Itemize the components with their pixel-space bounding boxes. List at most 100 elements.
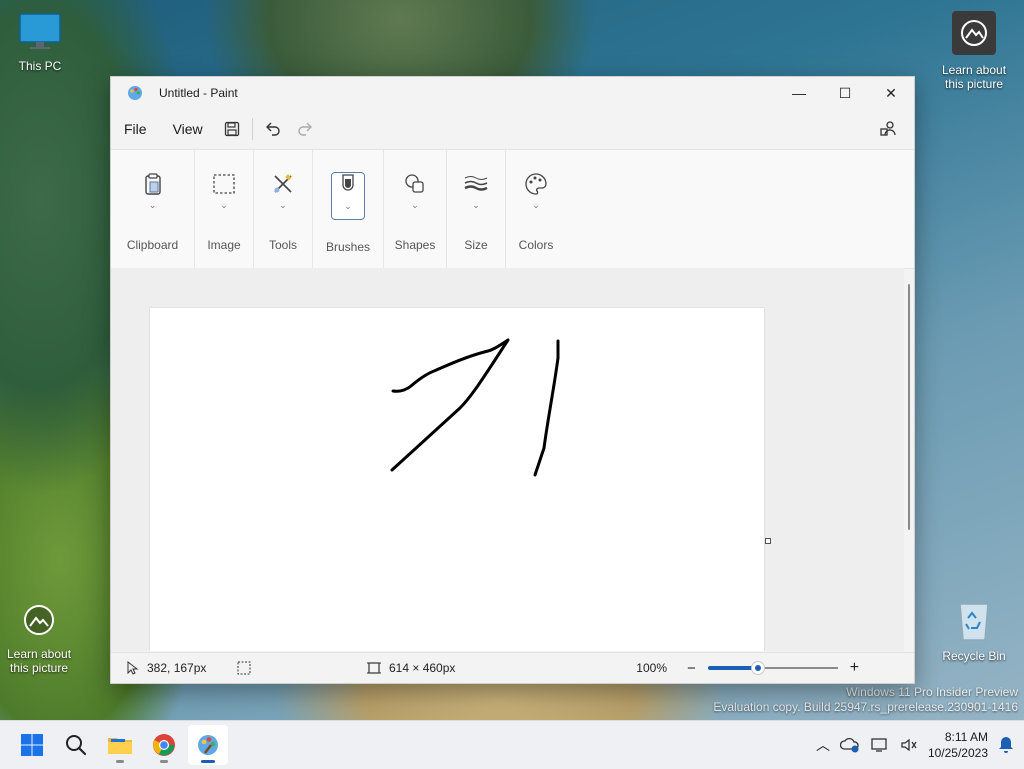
chevron-down-icon: ⌄: [344, 201, 352, 211]
select-button[interactable]: ⌄: [208, 172, 240, 218]
windows-watermark: Windows 11 Pro Insider Preview Evaluatio…: [713, 685, 1018, 715]
zoom-slider-fill: [707, 666, 757, 670]
running-indicator: [116, 760, 124, 763]
chevron-down-icon: ⌄: [411, 200, 419, 210]
desktop-icon-label: Recycle Bin: [942, 649, 1006, 663]
save-button[interactable]: [216, 113, 248, 145]
menu-view[interactable]: View: [160, 121, 216, 137]
chevron-down-icon: ⌄: [472, 200, 480, 210]
chevron-down-icon: ⌄: [532, 200, 540, 210]
network-icon[interactable]: [870, 737, 890, 753]
selection-icon: [213, 174, 235, 194]
desktop-icon-learn-about-picture-2[interactable]: Learn about this picture: [3, 600, 75, 675]
menu-bar: File View: [111, 109, 914, 150]
chevron-down-icon: ⌄: [148, 200, 157, 210]
desktop-icon-label: Learn about this picture: [6, 647, 72, 675]
ribbon-group-label: Colors: [518, 238, 554, 252]
desktop-icon-recycle-bin[interactable]: Recycle Bin: [938, 598, 1010, 663]
volume-muted-icon[interactable]: [900, 737, 918, 753]
tools-icon: [274, 174, 292, 193]
show-hidden-icons-button[interactable]: ︿: [816, 735, 830, 755]
chevron-down-icon: ⌄: [279, 200, 287, 210]
tools-button[interactable]: ⌄: [267, 172, 299, 218]
canvas-workspace: [111, 268, 904, 651]
canvas-size-icon: [367, 662, 381, 674]
camera-info-icon: [24, 605, 54, 635]
redo-button[interactable]: [289, 113, 321, 145]
maximize-button[interactable]: ☐: [822, 77, 868, 109]
clock-time: 8:11 AM: [944, 730, 988, 744]
folder-icon: [108, 738, 132, 754]
paint-taskbar-button[interactable]: [188, 725, 228, 765]
running-indicator: [160, 760, 168, 763]
window-title: Untitled - Paint: [159, 86, 238, 100]
canvas-resize-handle[interactable]: [765, 538, 771, 544]
undo-button[interactable]: [257, 113, 289, 145]
zoom-slider[interactable]: [707, 661, 838, 675]
chrome-button[interactable]: [144, 725, 184, 765]
taskbar: ︿ 8:11 AM 10/25/2023: [0, 720, 1024, 769]
recycle-bin-icon: [959, 603, 989, 641]
status-bar: 382, 167px 614 × 460px 100% − +: [111, 652, 914, 683]
canvas-size-text: 614 × 460px: [389, 661, 456, 675]
colors-button[interactable]: ⌄: [520, 172, 552, 218]
camera-info-icon: [952, 11, 996, 55]
shapes-icon: [405, 174, 424, 193]
monitor-icon: [19, 13, 61, 49]
zoom-slider-thumb[interactable]: [750, 661, 765, 675]
toolbar-divider: [251, 118, 253, 140]
search-icon: [66, 735, 87, 756]
desktop-icon-learn-about-picture[interactable]: Learn about this picture: [938, 10, 1010, 91]
undo-icon: [265, 122, 280, 136]
ribbon-group-label: Clipboard: [126, 238, 179, 252]
ribbon-group-label: Image: [207, 238, 241, 252]
shapes-button[interactable]: ⌄: [399, 172, 431, 218]
canvas-drawing: [390, 338, 560, 477]
ribbon-group-label: Tools: [268, 238, 297, 252]
vertical-scrollbar[interactable]: [908, 284, 910, 530]
palette-icon: [525, 173, 547, 195]
brush-icon: [342, 174, 354, 191]
ribbon-group-clipboard: ⌄ Clipboard: [111, 150, 195, 268]
chevron-down-icon: ⌄: [220, 200, 228, 210]
menu-file[interactable]: File: [111, 121, 160, 137]
start-button[interactable]: [12, 725, 52, 765]
ribbon: ⌄ Clipboard ⌄ Image ⌄ Tools ⌄ Brushes ⌄ …: [111, 150, 914, 269]
selection-size: [237, 661, 367, 675]
desktop-icon-label: This PC: [18, 59, 62, 73]
minimize-button[interactable]: —: [776, 77, 822, 109]
zoom-percent: 100%: [636, 661, 667, 675]
zoom-display[interactable]: 100%: [617, 661, 667, 675]
size-button[interactable]: ⌄: [460, 172, 492, 218]
desktop-icon-label: Learn about this picture: [941, 63, 1007, 91]
clock-date: 10/25/2023: [927, 746, 988, 760]
watermark-line2: Evaluation copy. Build 25947.rs_prerelea…: [713, 700, 1018, 714]
clipboard-button[interactable]: ⌄: [137, 172, 169, 218]
brushes-button[interactable]: ⌄: [331, 172, 365, 220]
onedrive-icon[interactable]: [839, 737, 860, 753]
notification-bell-icon[interactable]: [998, 736, 1014, 754]
cursor-position: 382, 167px: [127, 661, 237, 675]
size-icon: [464, 176, 488, 191]
windows-logo-icon: [21, 734, 43, 756]
ribbon-group-size: ⌄ Size: [447, 150, 506, 268]
taskbar-clock[interactable]: 8:11 AM 10/25/2023: [928, 729, 988, 761]
selection-icon: [237, 661, 251, 675]
ribbon-group-label: Size: [464, 238, 488, 252]
close-button[interactable]: ✕: [868, 77, 914, 109]
title-bar[interactable]: Untitled - Paint — ☐ ✕: [111, 77, 914, 109]
watermark-line1: Windows 11 Pro Insider Preview: [846, 685, 1018, 699]
desktop-icon-this-pc[interactable]: This PC: [4, 12, 76, 73]
people-icon: [880, 121, 896, 136]
cursor-position-text: 382, 167px: [147, 661, 207, 675]
ribbon-group-tools: ⌄ Tools: [254, 150, 313, 268]
account-button[interactable]: [872, 113, 904, 145]
zoom-out-button[interactable]: −: [687, 660, 696, 677]
paint-app-icon: [128, 86, 142, 100]
drawing-canvas[interactable]: [150, 308, 764, 651]
file-explorer-button[interactable]: [100, 725, 140, 765]
zoom-in-button[interactable]: +: [850, 659, 859, 677]
search-button[interactable]: [56, 725, 96, 765]
clipboard-icon: [144, 173, 161, 195]
ribbon-group-brushes: ⌄ Brushes: [313, 150, 384, 268]
